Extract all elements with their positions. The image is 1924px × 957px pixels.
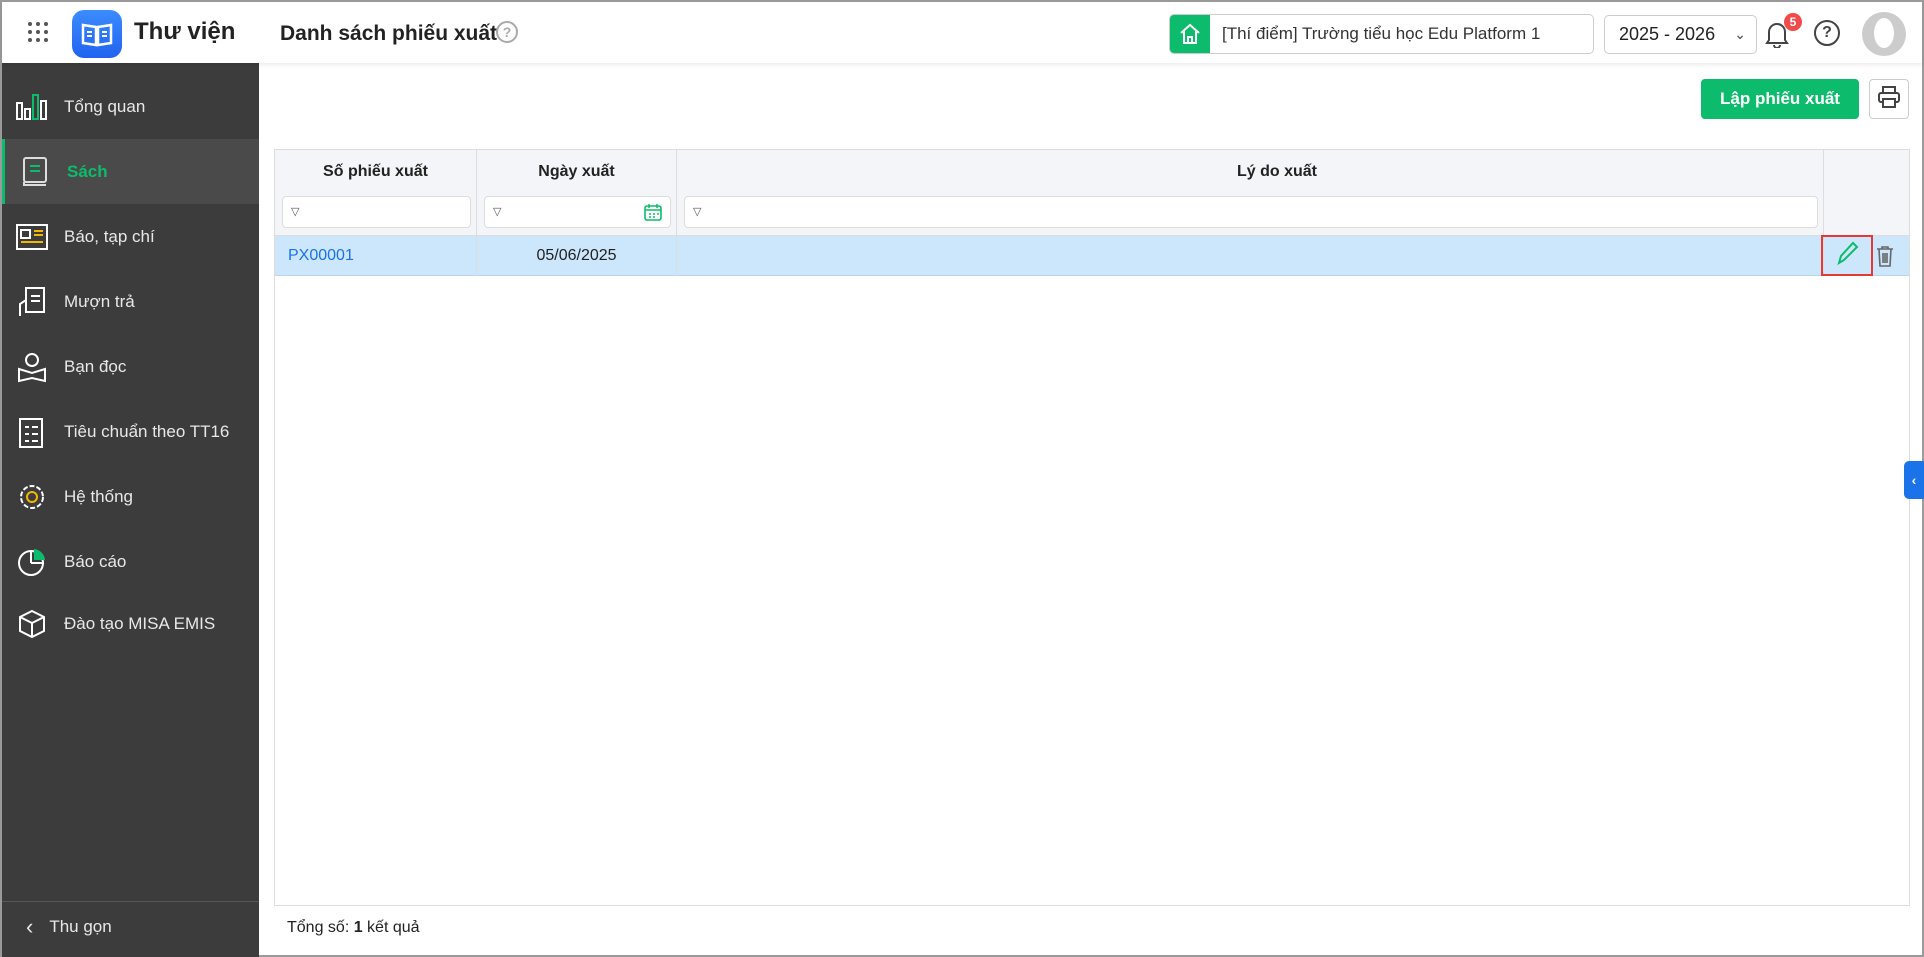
user-avatar[interactable] — [1862, 12, 1906, 56]
sidebar-item-label: Sách — [67, 161, 108, 181]
calendar-icon[interactable] — [644, 203, 662, 226]
result-suffix: kết quả — [362, 919, 420, 936]
school-name: [Thí điểm] Trường tiểu học Edu Platform … — [1222, 24, 1541, 43]
export-code-link[interactable]: PX00001 — [275, 236, 477, 276]
result-number: 1 — [353, 919, 363, 936]
reason-filter-input[interactable]: ▽ — [684, 196, 1818, 228]
column-header: Số phiếu xuất — [323, 163, 428, 180]
page-help-icon[interactable]: ? — [496, 21, 518, 43]
result-prefix: Tổng số: — [287, 919, 354, 936]
app-grid-icon[interactable] — [28, 22, 48, 42]
checklist-icon — [14, 415, 50, 449]
cube-icon — [14, 607, 50, 641]
sidebar-item-overview[interactable]: Tổng quan — [2, 74, 259, 139]
borrow-icon — [14, 285, 50, 319]
column-reason: Lý do xuất ▽ — [677, 150, 1824, 236]
result-count: Tổng số: 1 kết quả — [287, 919, 420, 937]
sidebar-item-label: Tổng quan — [64, 96, 146, 116]
trash-icon — [1875, 246, 1895, 271]
export-date: 05/06/2025 — [477, 236, 677, 276]
sidebar-item-label: Bạn đọc — [64, 356, 127, 376]
pie-chart-icon — [14, 545, 50, 579]
export-reason — [677, 236, 1824, 276]
book-icon — [17, 155, 53, 189]
sidebar-item-books[interactable]: Sách — [2, 139, 259, 204]
sidebar-item-system[interactable]: Hệ thống — [2, 464, 259, 529]
sidebar-item-standards[interactable]: Tiêu chuẩn theo TT16 — [2, 399, 259, 464]
filter-icon: ▽ — [291, 206, 300, 218]
table-row[interactable]: PX00001 05/06/2025 — [275, 235, 1909, 276]
code-filter-input[interactable]: ▽ — [282, 196, 471, 228]
delete-button[interactable] — [1875, 245, 1895, 272]
edit-button[interactable] — [1821, 235, 1873, 276]
sidebar-item-magazines[interactable]: Báo, tạp chí — [2, 204, 259, 269]
collapse-label: Thu gọn — [49, 916, 112, 936]
school-year-value: 2025 - 2026 — [1619, 24, 1716, 44]
export-table: Số phiếu xuất ▽ Ngày xuất ▽ Lý do xuất ▽ PX… — [274, 149, 1910, 906]
column-code: Số phiếu xuất ▽ — [275, 150, 477, 236]
sidebar-item-reports[interactable]: Báo cáo — [2, 529, 259, 594]
newspaper-icon — [14, 220, 50, 254]
school-selector[interactable]: [Thí điểm] Trường tiểu học Edu Platform … — [1169, 14, 1594, 54]
chevron-left-icon: ‹ — [1911, 472, 1917, 488]
reader-icon — [14, 350, 50, 384]
gear-icon — [14, 480, 50, 514]
notification-badge: 5 — [1784, 13, 1802, 31]
sidebar-item-label: Báo cáo — [64, 551, 127, 571]
school-year-select[interactable]: 2025 - 2026 ⌄ — [1604, 15, 1757, 54]
print-button[interactable] — [1869, 79, 1909, 119]
printer-icon — [1877, 85, 1901, 114]
sidebar-item-training[interactable]: Đào tạo MISA EMIS — [2, 591, 259, 656]
expand-panel-tab[interactable]: ‹ — [1904, 461, 1924, 499]
column-header: Ngày xuất — [538, 163, 615, 180]
sidebar-item-label: Báo, tạp chí — [64, 226, 155, 246]
chevron-down-icon: ⌄ — [1734, 26, 1746, 42]
sidebar-item-label: Hệ thống — [64, 486, 133, 506]
create-export-button[interactable]: Lập phiếu xuất — [1701, 79, 1859, 119]
sidebar-item-label: Mượn trả — [64, 291, 135, 311]
sidebar-item-label: Đào tạo MISA EMIS — [64, 613, 216, 633]
table-header: Số phiếu xuất ▽ Ngày xuất ▽ Lý do xuất ▽ — [275, 150, 1909, 236]
column-header: Lý do xuất — [1237, 163, 1318, 180]
sidebar-item-borrow[interactable]: Mượn trả — [2, 269, 259, 334]
school-home-icon — [1170, 15, 1210, 53]
app-title: Thư viện — [134, 18, 236, 45]
pencil-icon — [1835, 240, 1859, 271]
collapse-sidebar-button[interactable]: ‹ Thu gọn — [2, 901, 259, 951]
filter-icon: ▽ — [693, 206, 702, 218]
top-header: Thư viện Danh sách phiếu xuất ? [Thí điể… — [2, 2, 1922, 63]
chevron-left-icon: ‹ — [26, 913, 34, 939]
filter-icon: ▽ — [493, 206, 502, 218]
sidebar-item-readers[interactable]: Bạn đọc — [2, 334, 259, 399]
page-title: Danh sách phiếu xuất — [280, 22, 498, 45]
library-logo-icon — [72, 10, 122, 58]
sidebar: Tổng quan Sách Báo, tạp chí Mượn trả Bạn… — [2, 63, 259, 957]
sidebar-item-label: Tiêu chuẩn theo TT16 — [64, 421, 230, 441]
help-icon[interactable]: ? — [1814, 20, 1840, 46]
date-filter-input[interactable]: ▽ — [484, 196, 671, 228]
chart-icon — [14, 90, 50, 124]
column-date: Ngày xuất ▽ — [477, 150, 677, 236]
